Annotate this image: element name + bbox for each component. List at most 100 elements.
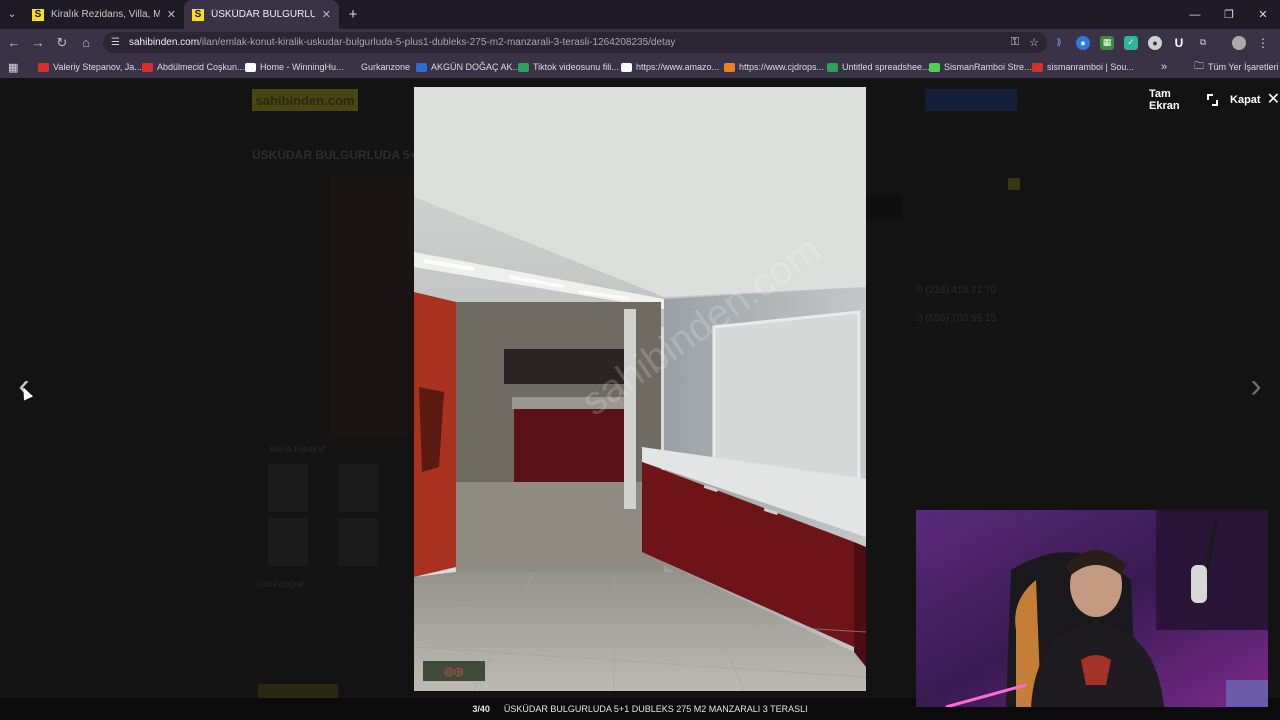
photo-count-label: 1/40 Fotoğraf (256, 580, 304, 589)
sahibinden-favicon: S (192, 8, 204, 21)
big-photos-label: Büyük Fotoğraf (270, 445, 325, 454)
agency-watermark-logo: ◎◎ (422, 660, 486, 682)
site-logo: sahibinden.com (252, 89, 358, 111)
webcam-illustration (916, 510, 1268, 707)
fullscreen-label: Tam Ekran (1149, 88, 1180, 112)
tab-kiralik-rezidans[interactable]: S Kiralık Rezidans, Villa, Müstakil ✕ (24, 0, 184, 29)
tab-title: ÜSKÜDAR BULGURLUDA 5+1 D (211, 9, 315, 20)
forward-icon[interactable]: → (26, 29, 50, 56)
bookmark-item[interactable]: https://www.cjdrops... (724, 56, 824, 78)
bookmark-item[interactable]: Tiktok videosunu fili... (518, 56, 619, 78)
youtube-icon (1032, 62, 1043, 72)
photo-caption: ÜSKÜDAR BULGURLUDA 5+1 DUBLEKS 275 M2 MA… (503, 704, 808, 714)
extension-blue-icon[interactable]: ● (1076, 35, 1090, 50)
bookmark-label: Home - WinningHu... (260, 62, 344, 72)
extension-wave-icon[interactable]: ⟫ (1052, 36, 1066, 50)
bookmark-item[interactable]: Home - WinningHu... (245, 56, 344, 78)
bookmark-item[interactable]: AKGÜN DOĞAÇ AK... (416, 56, 520, 78)
youtube-icon (142, 62, 153, 72)
next-photo-arrow[interactable]: › (1242, 367, 1270, 405)
back-icon[interactable]: ← (2, 29, 26, 56)
bookmark-item[interactable]: Untitled spreadshee... (827, 56, 930, 78)
bookmark-label: Tiktok videosunu fili... (533, 62, 619, 72)
webcam-overlay (916, 510, 1268, 707)
folder-icon: 🗀 (1194, 60, 1204, 72)
youtube-icon (38, 62, 49, 72)
lightbox-toolbar: Tam Ekran Kapat ✕ (1149, 88, 1280, 112)
url-path: /ilan/emlak-konut-kiralik-uskudar-bulgur… (199, 37, 676, 48)
photo-counter: 3/40 (472, 704, 490, 714)
bookmark-item[interactable]: Valeriy Stepanov, Ja... (38, 56, 142, 78)
thumbnail (268, 518, 308, 566)
phone-number: 0 (555) 703 55 15 (917, 313, 996, 324)
bookmark-label: sismanramboi | Sou... (1047, 62, 1134, 72)
bookmark-item[interactable]: https://www.amazo... (621, 56, 719, 78)
extension-shield-icon[interactable]: ✓ (1124, 35, 1138, 50)
bookmark-label: https://www.cjdrops... (739, 62, 825, 72)
header-button (925, 89, 1017, 111)
bookmark-label: Untitled spreadshee... (842, 62, 930, 72)
extension-sheet-icon[interactable]: ▦ (1100, 35, 1114, 50)
close-label: Kapat (1230, 94, 1261, 106)
sahibinden-favicon: S (32, 8, 44, 21)
bookmark-label: Valeriy Stepanov, Ja... (53, 62, 142, 72)
kitchen-photo-illustration: sahibinden.com (414, 87, 866, 691)
cjdropshipping-icon (724, 62, 735, 72)
url-bar[interactable]: ☰ sahibinden.com/ilan/emlak-konut-kirali… (103, 32, 1047, 53)
apps-grid-icon[interactable]: ▦ (8, 56, 18, 78)
bookmark-item[interactable]: Abdülmecid Coşkun... (142, 56, 245, 78)
tab-title: Kiralık Rezidans, Villa, Müstakil (51, 9, 160, 20)
home-icon[interactable]: ⌂ (74, 29, 98, 56)
password-key-icon[interactable]: ⚿ (1011, 36, 1019, 49)
all-bookmarks-folder[interactable]: 🗀 Tüm Yer İşaretleri (1194, 56, 1279, 78)
menu-dots-icon[interactable]: ⋮ (1256, 36, 1270, 50)
maximize-icon[interactable]: ❐ (1212, 0, 1246, 29)
extensions-puzzle-icon[interactable]: ⧉ (1196, 36, 1210, 50)
profile-avatar[interactable] (1232, 35, 1246, 50)
tab-uskudar-listing[interactable]: S ÜSKÜDAR BULGURLUDA 5+1 D ✕ (184, 0, 339, 29)
extension-gray-icon[interactable]: ● (1148, 35, 1162, 50)
bookmark-star-icon[interactable]: ☆ (1029, 36, 1039, 49)
tiktok-tool-icon (518, 62, 529, 72)
reload-icon[interactable]: ↻ (50, 29, 74, 56)
fullscreen-button[interactable]: Tam Ekran (1149, 88, 1219, 112)
bookmark-item[interactable]: sismanramboi | Sou... (1032, 56, 1134, 78)
minimize-icon[interactable]: — (1178, 0, 1212, 29)
address-toolbar: ← → ↻ ⌂ ☰ sahibinden.com/ilan/emlak-konu… (0, 29, 1280, 56)
url-host: sahibinden.com (129, 37, 200, 48)
thumbnail (338, 464, 378, 512)
bookmarks-overflow-button[interactable]: » (1161, 56, 1167, 78)
akgun-icon (416, 62, 427, 72)
amazon-icon (621, 62, 632, 72)
bookmark-label: AKGÜN DOĞAÇ AK... (431, 62, 521, 72)
tab-search-chevron-icon[interactable]: ⌄ (0, 0, 24, 29)
agency-logo (866, 195, 902, 219)
bookmarks-bar: ▦ Valeriy Stepanov, Ja... Abdülmecid Coş… (0, 56, 1280, 78)
listing-photo: sahibinden.com ◎◎ (414, 87, 866, 691)
close-lightbox-button[interactable]: Kapat ✕ (1230, 91, 1280, 108)
bookmark-label: Tüm Yer İşaretleri (1208, 62, 1279, 72)
close-tab-icon[interactable]: ✕ (322, 8, 331, 21)
bookmark-item[interactable]: Gurkanzone (361, 56, 410, 78)
close-tab-icon[interactable]: ✕ (167, 8, 176, 21)
phone-number: 0 (216) 418 71 70 (917, 285, 996, 296)
listing-title: ÜSKÜDAR BULGURLUDA 5+1 (252, 148, 424, 162)
tab-bar: ⌄ S Kiralık Rezidans, Villa, Müstakil ✕ … (0, 0, 1280, 29)
thumbnail (268, 464, 308, 512)
bookmark-label: SismanRamboi Stre... (944, 62, 1032, 72)
bookmark-label: https://www.amazo... (636, 62, 720, 72)
close-icon: ✕ (1266, 91, 1280, 108)
bookmark-item[interactable]: SismanRamboi Stre... (929, 56, 1032, 78)
main-photo-dimmed (330, 176, 420, 438)
site-info-icon[interactable]: ☰ (111, 37, 125, 48)
bookmark-label: Abdülmecid Coşkun... (157, 62, 245, 72)
extension-u-icon[interactable]: U (1172, 36, 1186, 50)
winninghunter-icon (245, 62, 256, 72)
badge (1008, 178, 1020, 190)
extensions-area: ⟫ ● ▦ ✓ ● U ⧉ ⋮ (1052, 29, 1270, 56)
bookmark-label: Gurkanzone (361, 62, 411, 72)
sheets-icon (827, 62, 838, 72)
close-window-icon[interactable]: ✕ (1246, 0, 1280, 29)
window-controls: — ❐ ✕ (1178, 0, 1280, 29)
new-tab-button[interactable]: + (341, 3, 365, 27)
